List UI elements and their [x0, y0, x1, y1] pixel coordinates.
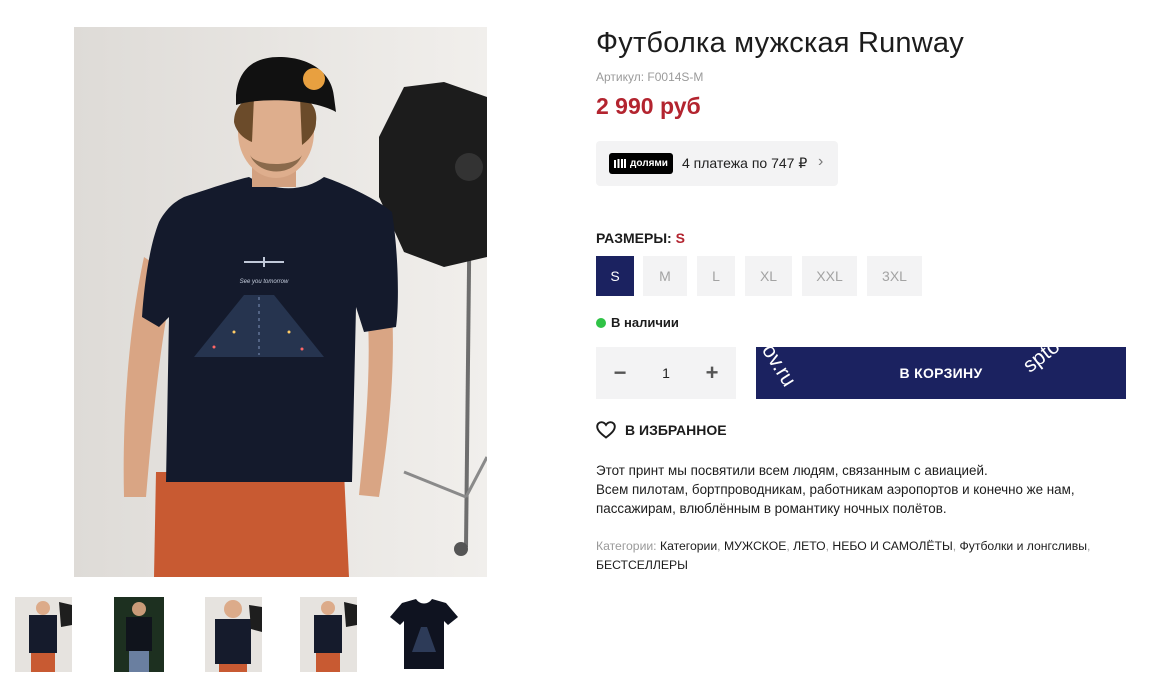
product-price: 2 990 руб	[596, 93, 701, 119]
product-categories: Категории: Категории, МУЖСКОЕ, ЛЕТО, НЕБ…	[596, 539, 1091, 572]
tshirt-print-text: See you tomorrow	[240, 279, 289, 285]
thumbnail-2[interactable]	[114, 597, 164, 672]
size-option-l[interactable]: L	[697, 256, 735, 296]
size-option-m[interactable]: M	[643, 256, 687, 296]
size-option-xl[interactable]: XL	[745, 256, 792, 296]
size-option-xxl[interactable]: XXL	[802, 256, 857, 296]
category-link-men[interactable]: МУЖСКОЕ	[724, 539, 786, 553]
thumbnail-5-image	[388, 597, 460, 672]
product-title: Футболка мужская Runway	[596, 27, 964, 59]
thumbnail-4[interactable]	[300, 597, 357, 672]
quantity-value[interactable]: 1	[644, 347, 688, 399]
description-line-1: Этот принт мы посвятили всем людям, связ…	[596, 463, 988, 478]
category-link-categories[interactable]: Категории	[660, 539, 717, 553]
product-sku: Артикул: F0014S-M	[596, 70, 704, 84]
category-link-sky-planes[interactable]: НЕБО И САМОЛЁТЫ	[832, 539, 952, 553]
stock-status: В наличии	[596, 315, 679, 330]
add-to-favorites-label: В ИЗБРАННОЕ	[625, 422, 727, 438]
size-option-3xl[interactable]: 3XL	[867, 256, 922, 296]
main-product-photo[interactable]: See you tomorrow	[74, 27, 487, 577]
thumbnail-3-image	[205, 597, 262, 672]
thumbnail-1[interactable]	[15, 597, 72, 672]
add-to-cart-button[interactable]: ov.ru sptov В КОРЗИНУ	[756, 347, 1126, 399]
thumbnail-3[interactable]	[205, 597, 262, 672]
thumbnail-2-image	[114, 597, 164, 672]
dolyami-logo-text: долями	[630, 158, 668, 169]
selected-size: S	[675, 230, 685, 246]
add-to-cart-label: В КОРЗИНУ	[899, 365, 983, 381]
sizes-label-text: РАЗМЕРЫ:	[596, 230, 672, 246]
quantity-increase-button[interactable]: +	[688, 347, 736, 399]
heart-icon	[596, 421, 616, 439]
dolyami-installment-text: 4 платежа по 747 ₽	[682, 155, 808, 171]
quantity-stepper: − 1 +	[596, 347, 736, 399]
description-line-2: Всем пилотам, бортпроводникам, работника…	[596, 482, 1075, 516]
dolyami-logo: долями	[609, 153, 673, 174]
thumbnail-4-image	[300, 597, 357, 672]
stock-status-text: В наличии	[611, 315, 679, 330]
product-photo-illustration: See you tomorrow	[74, 27, 487, 577]
category-link-tshirts[interactable]: Футболки и лонгсливы	[960, 539, 1087, 553]
chevron-right-icon: ›	[818, 153, 824, 170]
dolyami-bars-icon	[614, 159, 627, 168]
add-to-favorites-button[interactable]: В ИЗБРАННОЕ	[596, 420, 727, 440]
product-description: Этот принт мы посвятили всем людям, связ…	[596, 461, 1116, 518]
in-stock-dot-icon	[596, 317, 606, 328]
thumbnail-5[interactable]	[388, 597, 460, 672]
quantity-decrease-button[interactable]: −	[596, 347, 644, 399]
dolyami-installment-widget[interactable]: долями 4 платежа по 747 ₽ ›	[596, 141, 838, 186]
category-link-summer[interactable]: ЛЕТО	[793, 539, 826, 553]
category-link-bestsellers[interactable]: БЕСТСЕЛЛЕРЫ	[596, 558, 688, 572]
size-option-s[interactable]: S	[596, 256, 634, 296]
sizes-label: РАЗМЕРЫ: S	[596, 230, 685, 246]
categories-label: Категории:	[596, 539, 657, 553]
thumbnail-1-image	[15, 597, 72, 672]
